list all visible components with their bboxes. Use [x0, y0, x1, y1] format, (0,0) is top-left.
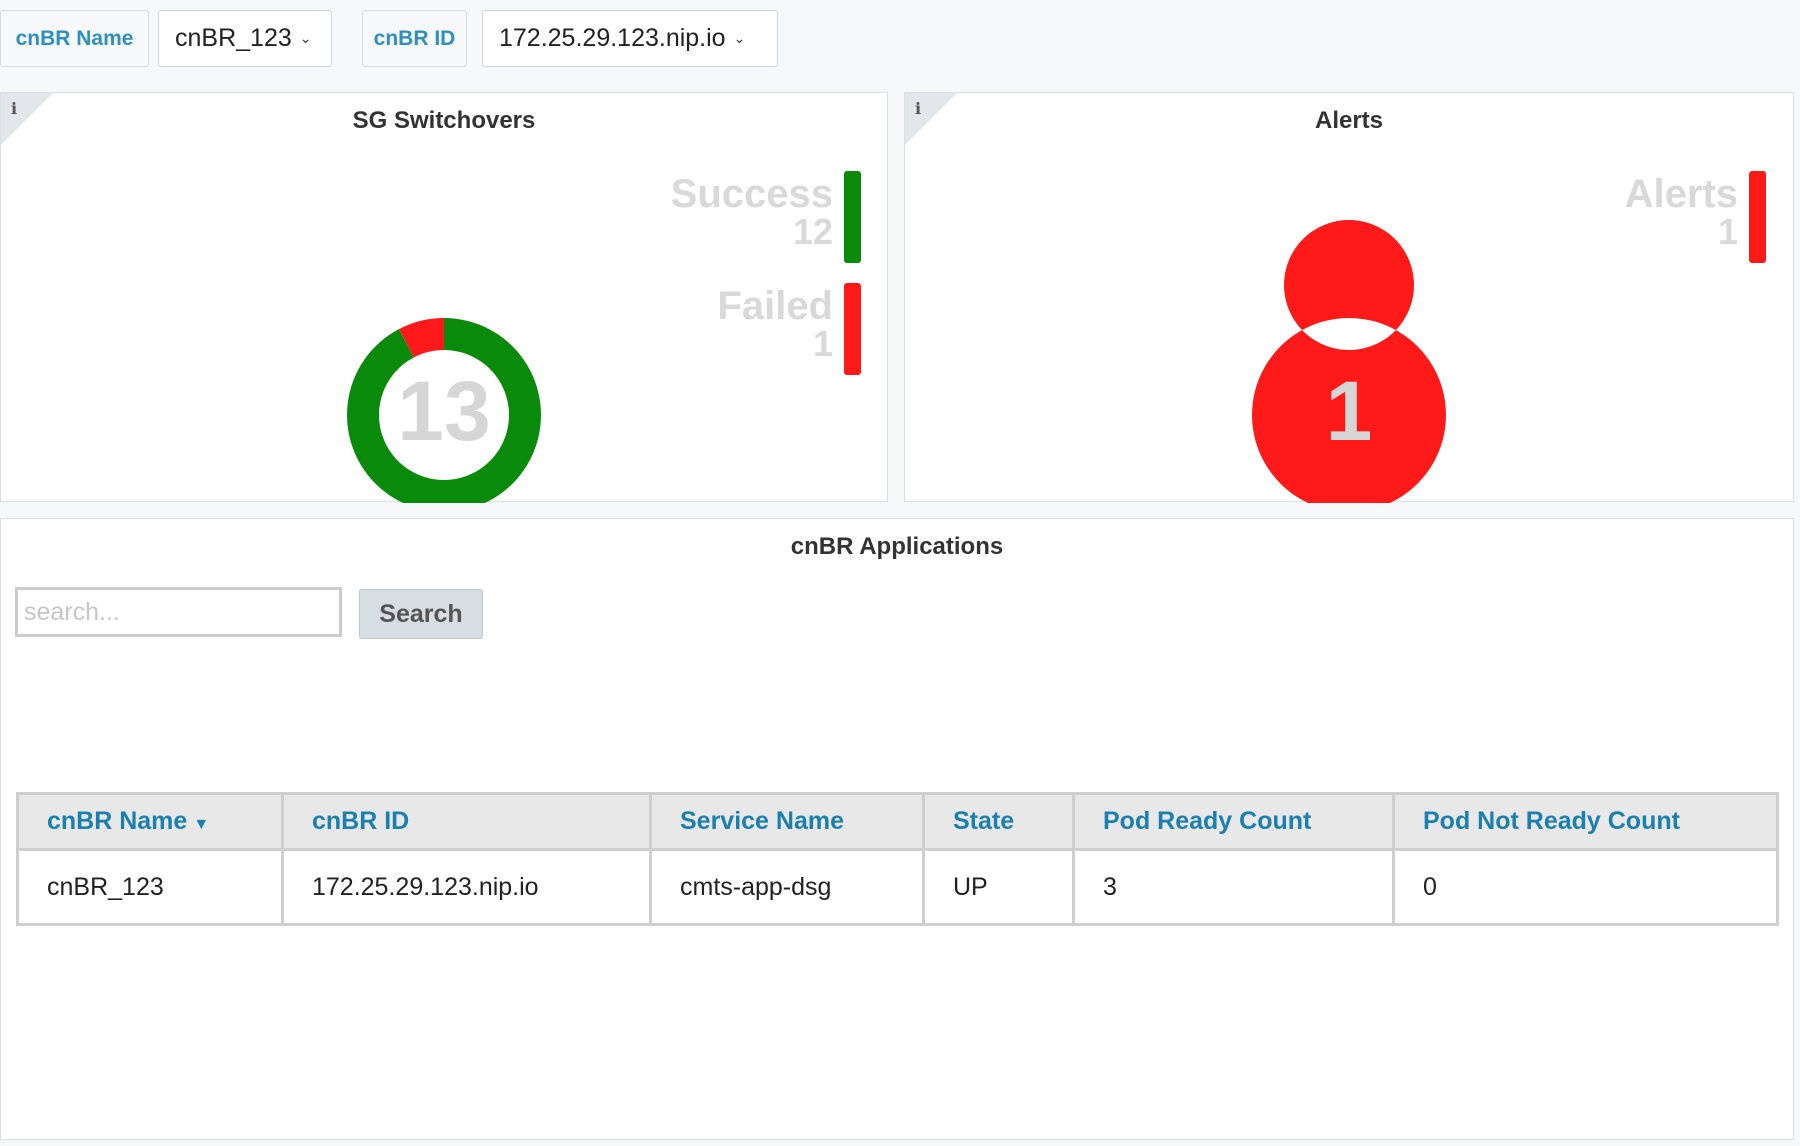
cnbr-id-label-text: cnBR ID: [373, 26, 456, 50]
donut-total: 1: [1326, 364, 1373, 458]
sort-desc-icon: ▼: [193, 816, 210, 833]
chevron-down-icon: ⌄: [299, 30, 312, 46]
legend-color-bar: [844, 283, 861, 375]
applications-table: cnBR Name ▼ cnBR ID Service Name State Po…: [16, 792, 1779, 926]
column-header-cnbr-name[interactable]: cnBR Name ▼: [16, 792, 284, 851]
table-header-row: cnBR Name ▼ cnBR ID Service Name State Po…: [16, 792, 1779, 851]
cnbr-id-label: cnBR ID: [362, 10, 467, 67]
legend: Success12 Failed1: [671, 171, 861, 375]
alerts-panel: i Alerts 1 Alerts 1: [904, 92, 1794, 503]
legend-color-bar: [844, 171, 861, 263]
panel-title: cnBR Applications: [790, 533, 1004, 560]
legend-label: Alerts: [1625, 172, 1738, 216]
search-button[interactable]: Search: [359, 589, 483, 639]
legend-value: 1: [813, 323, 833, 364]
cell-state: UP: [922, 848, 1075, 926]
search-input[interactable]: [15, 587, 342, 637]
table-row: cnBR_123 172.25.29.123.nip.io cmts-app-d…: [16, 848, 1779, 926]
cnbr-name-label-text: cnBR Name: [15, 26, 134, 50]
cell-cnbr-id: 172.25.29.123.nip.io: [281, 848, 652, 926]
column-header-label: cnBR ID: [312, 807, 410, 835]
column-header-state[interactable]: State: [922, 792, 1075, 851]
cell-service-name: cmts-app-dsg: [649, 848, 925, 926]
cnbr-name-label: cnBR Name: [0, 10, 149, 67]
cell-pod-not-ready-count: 0: [1392, 848, 1779, 926]
cnbr-id-select[interactable]: 172.25.29.123.nip.io ⌄: [482, 10, 778, 67]
column-header-label: cnBR Name: [47, 807, 188, 835]
column-header-label: Pod Not Ready Count: [1423, 807, 1680, 835]
column-header-pod-not-ready-count[interactable]: Pod Not Ready Count: [1392, 792, 1779, 851]
column-header-label: State: [953, 807, 1015, 835]
column-header-pod-ready-count[interactable]: Pod Ready Count: [1072, 792, 1395, 851]
sg-switchovers-panel: i SG Switchovers 13 Success 12 Failed 1: [0, 92, 888, 503]
column-header-cnbr-id[interactable]: cnBR ID: [281, 792, 652, 851]
column-header-label: Pod Ready Count: [1103, 807, 1312, 835]
cell-cnbr-name: cnBR_123: [16, 848, 284, 926]
cnbr-name-select[interactable]: cnBR_123 ⌄: [158, 10, 332, 67]
donut-total: 13: [397, 364, 490, 458]
chevron-down-icon: ⌄: [733, 30, 746, 46]
donut-ring: [1252, 220, 1446, 503]
legend-value: 1: [1718, 211, 1738, 252]
column-header-service-name[interactable]: Service Name: [649, 792, 925, 851]
legend-value: 12: [793, 211, 833, 252]
legend-label: Success: [671, 172, 833, 216]
legend-color-bar: [1749, 171, 1766, 263]
donut-slice-alerts[interactable]: [1252, 220, 1446, 503]
alerts-donut-chart: 1 Alerts1: [1252, 171, 1766, 503]
cnbr-id-value: 172.25.29.123.nip.io: [499, 24, 726, 52]
column-header-label: Service Name: [680, 807, 845, 835]
cell-pod-ready-count: 3: [1072, 848, 1395, 926]
legend-label: Failed: [717, 284, 833, 328]
sg-donut-chart: 13 Success12 Failed1: [347, 171, 861, 503]
legend: Alerts1: [1625, 171, 1766, 263]
cnbr-name-value: cnBR_123: [175, 24, 292, 52]
